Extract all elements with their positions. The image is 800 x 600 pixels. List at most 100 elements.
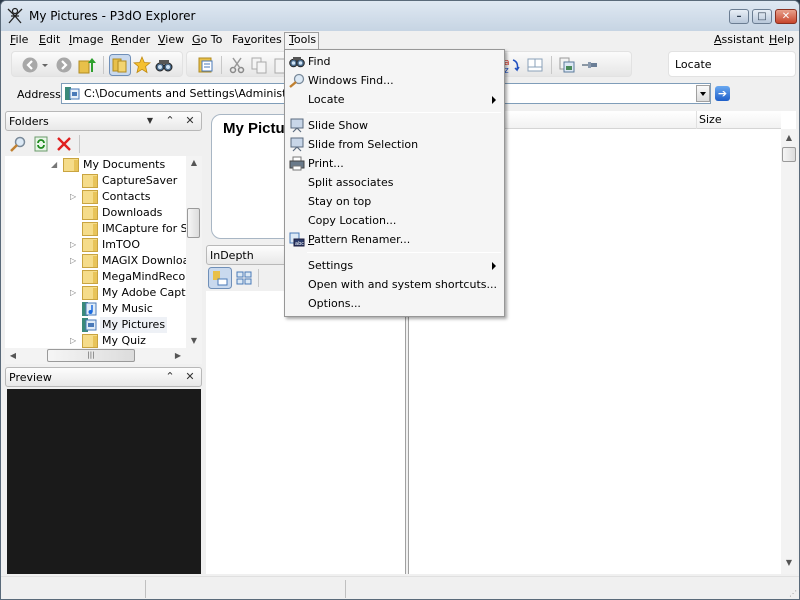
favorites-star-icon[interactable]: [133, 56, 151, 74]
maximize-button[interactable]: □: [752, 9, 772, 24]
expanded-arrow-icon[interactable]: ◢: [51, 157, 59, 173]
indepth-grid-view-icon[interactable]: [236, 270, 252, 286]
folder-tree-item[interactable]: MegaMindRecord: [82, 269, 198, 285]
navigation-toolbar: [11, 51, 183, 77]
folder-tree-item[interactable]: Downloads: [82, 205, 198, 221]
tools-menu-item-slide-from-selection[interactable]: Slide from Selection: [287, 135, 502, 154]
find-binoculars-icon[interactable]: [155, 56, 173, 74]
menu-tools[interactable]: Tools: [284, 32, 319, 49]
collapsed-arrow-icon[interactable]: ▷: [70, 237, 78, 253]
folder-icon: [82, 270, 98, 284]
printer-icon: [289, 156, 305, 171]
menu-render[interactable]: Render: [107, 32, 154, 49]
menu-file[interactable]: File: [6, 32, 32, 49]
tools-menu-item-stay-on-top[interactable]: Stay on top: [287, 192, 502, 211]
delete-icon[interactable]: [56, 136, 72, 152]
pictures-folder-icon: [82, 318, 97, 332]
back-dropdown-icon[interactable]: [40, 56, 50, 74]
tools-menu-item-copy-location[interactable]: Copy Location...: [287, 211, 502, 230]
scroll-thumb[interactable]: [782, 147, 796, 162]
tools-menu-item-label: Windows Find...: [308, 74, 394, 87]
scroll-up-icon[interactable]: ▲: [781, 131, 797, 145]
layout-icon[interactable]: [526, 56, 544, 74]
toolbar-separator: [221, 56, 222, 74]
folder-tree-item[interactable]: ◢ My Documents: [51, 157, 198, 173]
menu-goto[interactable]: Go To: [188, 32, 226, 49]
tools-menu-item-print[interactable]: Print...: [287, 154, 502, 173]
collapsed-arrow-icon[interactable]: ▷: [70, 333, 78, 349]
scroll-right-icon[interactable]: ▶: [170, 349, 186, 363]
folder-tree-vscrollbar[interactable]: ▲ ▼: [186, 156, 202, 348]
folder-tree-item[interactable]: My Pictures: [82, 317, 198, 333]
resize-grip-icon[interactable]: ⋰: [789, 589, 797, 598]
folder-icon: [82, 222, 98, 236]
folder-tree-item[interactable]: IMCapture for Sk: [82, 221, 198, 237]
tools-menu-item-locate[interactable]: Locate: [287, 90, 502, 109]
collapsed-arrow-icon[interactable]: ▷: [70, 189, 78, 205]
close-button[interactable]: ✕: [775, 9, 797, 24]
file-list-vscrollbar[interactable]: ▲ ▼: [781, 129, 797, 574]
folder-tree-item[interactable]: My Music: [82, 301, 198, 317]
folder-tree-item[interactable]: ▷ Contacts: [70, 189, 198, 205]
tools-menu-item-split-associates[interactable]: Split associates: [287, 173, 502, 192]
scroll-up-icon[interactable]: ▲: [186, 156, 202, 170]
scroll-thumb[interactable]: [187, 208, 200, 238]
menu-view-label: iew: [165, 33, 185, 46]
collapsed-arrow-icon[interactable]: ▷: [70, 253, 78, 269]
copy-image-icon[interactable]: [558, 56, 576, 74]
scroll-left-icon[interactable]: ◀: [5, 349, 21, 363]
tools-menu-item-find[interactable]: Find: [287, 52, 502, 71]
forward-icon[interactable]: [55, 56, 73, 74]
pane-collapse-icon[interactable]: ⌃: [163, 114, 177, 127]
copy-icon[interactable]: [250, 56, 268, 74]
go-button[interactable]: ➔: [715, 86, 730, 101]
menu-edit-accel: E: [39, 33, 46, 46]
folders-toggle-icon[interactable]: [109, 54, 131, 76]
collapsed-arrow-icon[interactable]: ▷: [70, 285, 78, 301]
search-folder-icon[interactable]: [10, 136, 26, 152]
tools-menu-item-slide-show[interactable]: Slide Show: [287, 116, 502, 135]
tools-menu-item-label: Pattern Renamer...: [308, 230, 410, 249]
tools-menu-item-label: Print...: [308, 157, 344, 170]
menu-image[interactable]: Image: [65, 32, 107, 49]
menu-edit[interactable]: Edit: [35, 32, 64, 49]
folder-tree-item[interactable]: ▷ My Adobe Captiv: [70, 285, 198, 301]
back-icon[interactable]: [21, 56, 39, 74]
folder-tree-item[interactable]: ▷ MAGIX Download: [70, 253, 198, 269]
folder-tree-item[interactable]: CaptureSaver: [82, 173, 198, 189]
column-header-size[interactable]: Size: [696, 111, 781, 129]
menu-view[interactable]: View: [154, 32, 188, 49]
sort-az-icon[interactable]: az: [503, 56, 521, 74]
menu-favorites[interactable]: Favorites: [228, 32, 286, 49]
pane-close-icon[interactable]: ✕: [183, 370, 197, 383]
scroll-down-icon[interactable]: ▼: [781, 556, 797, 570]
menu-assistant[interactable]: Assistant: [710, 32, 768, 49]
pin-icon[interactable]: [581, 56, 599, 74]
cut-icon[interactable]: [228, 56, 246, 74]
menu-file-label: ile: [15, 33, 29, 46]
toolbar-separator: [258, 269, 259, 287]
address-dropdown-button[interactable]: [696, 85, 710, 102]
pane-close-icon[interactable]: ✕: [183, 114, 197, 127]
minimize-button[interactable]: –: [729, 9, 749, 24]
up-folder-icon[interactable]: [78, 56, 96, 74]
tools-menu-item-windows-find[interactable]: Windows Find...: [287, 71, 502, 90]
locate-search-box[interactable]: Locate: [668, 51, 796, 77]
tools-menu-item-settings[interactable]: Settings: [287, 256, 502, 275]
scroll-thumb[interactable]: |||: [47, 349, 135, 362]
pane-menu-icon[interactable]: ▼: [143, 116, 157, 125]
refresh-icon[interactable]: [33, 136, 49, 152]
folder-tree-item-label: Downloads: [102, 206, 163, 219]
folder-tree-hscrollbar[interactable]: ◀ ||| ▶: [5, 348, 202, 364]
menu-help[interactable]: Help: [765, 32, 798, 49]
pane-collapse-icon[interactable]: ⌃: [163, 370, 177, 383]
folder-tree-item[interactable]: ▷ My Quiz: [70, 333, 198, 349]
indepth-tree-view-icon[interactable]: [208, 267, 232, 289]
tools-menu-item-open-with-and-system-shortcuts[interactable]: Open with and system shortcuts...: [287, 275, 502, 294]
menu-goto-label: o To: [200, 33, 223, 46]
tools-menu-item-options[interactable]: Options...: [287, 294, 502, 313]
folder-tree-item[interactable]: ▷ ImTOO: [70, 237, 198, 253]
tools-menu-item-pattern-renamer[interactable]: abc Pattern Renamer...: [287, 230, 502, 249]
folder-view-icon[interactable]: [197, 56, 215, 74]
scroll-down-icon[interactable]: ▼: [186, 334, 202, 348]
